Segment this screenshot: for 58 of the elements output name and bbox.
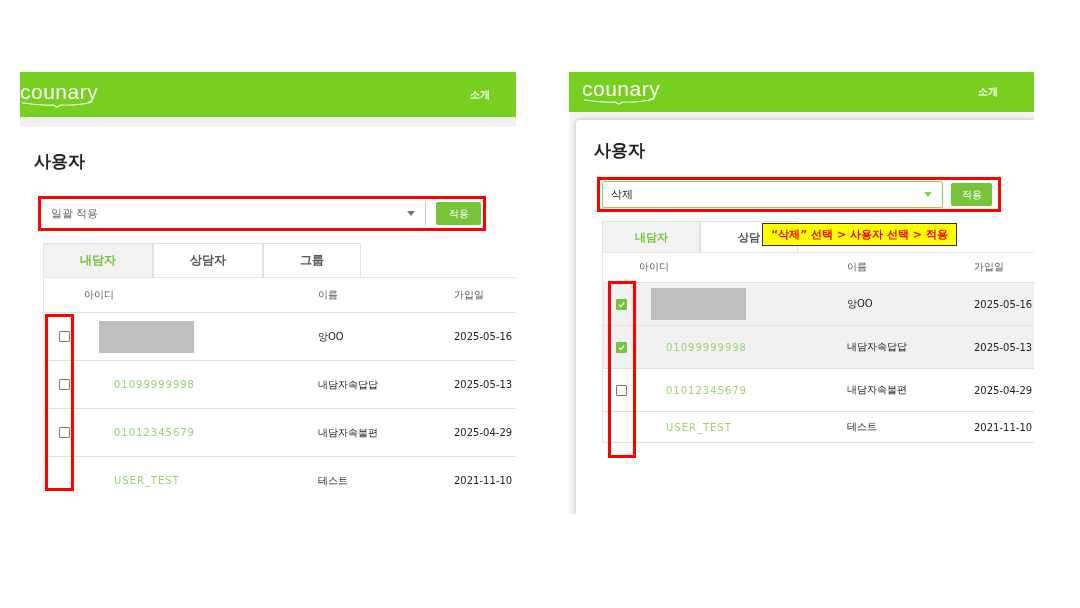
user-id-link[interactable]: 01012345679 — [639, 384, 747, 396]
table-row[interactable]: 01099999998 내담자속답답 2025-05-13 — [603, 326, 1034, 369]
table-cell-text: 내담자속답답 — [318, 377, 379, 392]
tab[interactable]: 내담자 — [602, 221, 700, 252]
tab[interactable]: 내담자 — [43, 243, 153, 277]
apply-button[interactable]: 적용 — [436, 202, 481, 225]
page-title: 사용자 — [594, 139, 646, 162]
user-id-link[interactable]: 01012345679 — [84, 427, 195, 438]
checkbox[interactable] — [615, 298, 627, 310]
table-cell-text: 앙OO — [847, 297, 874, 311]
column-header: 가입일 — [454, 288, 485, 302]
user-id-link[interactable]: 01099999998 — [84, 379, 195, 390]
table-row[interactable]: 01012345679 내담자속불편 2025-04-29 — [44, 409, 516, 457]
table-cell-text: 내담자속불편 — [847, 383, 908, 397]
user-id-link[interactable]: 01099999998 — [639, 341, 747, 353]
table-cell-text: 내담자속답답 — [847, 340, 908, 354]
caret-icon — [924, 192, 932, 197]
table-row[interactable]: 앙OO 2025-05-16 — [44, 313, 516, 361]
nav-link[interactable]: 소개 — [470, 87, 490, 102]
checkbox[interactable] — [58, 331, 70, 342]
apply-button[interactable]: 적용 — [951, 183, 992, 206]
table-row[interactable]: 앙OO 2025-05-16 — [603, 283, 1034, 326]
table-cell: 2025-05-13 — [974, 341, 1034, 353]
table-cell-text: 2025-04-29 — [454, 427, 514, 438]
column-header: 가입일 — [974, 261, 1005, 274]
table-cell: 2021-11-10 — [974, 421, 1034, 433]
instruction-callout: “삭제” 선택 > 사용자 선택 > 적용 — [762, 223, 957, 246]
user-id-link[interactable]: USER_TEST — [84, 475, 180, 486]
tab[interactable]: 상담자 — [153, 243, 263, 277]
table-cell: 2025-04-29 — [974, 384, 1034, 396]
column-header: 이름 — [318, 288, 339, 302]
tab[interactable]: 그룹 — [263, 243, 361, 277]
checkbox[interactable] — [615, 384, 627, 396]
user-id-link[interactable]: USER_TEST — [639, 421, 732, 433]
column-header: 아이디 — [639, 261, 670, 274]
table-row[interactable]: 01012345679 내담자속불편 2025-04-29 — [603, 369, 1034, 412]
table-cell-text: 2025-05-13 — [454, 379, 514, 390]
page-title: 사용자 — [34, 150, 86, 173]
table-cell: 2025-05-16 — [974, 298, 1034, 310]
table-cell-text: 2025-05-16 — [454, 331, 514, 342]
checkbox[interactable] — [615, 341, 627, 353]
nav-link[interactable]: 소개 — [978, 85, 998, 99]
table-cell-text: 2021-11-10 — [454, 475, 514, 486]
column-header: 아이디 — [84, 288, 115, 302]
table-cell-text: 앙OO — [318, 329, 345, 344]
checkbox[interactable] — [58, 379, 70, 390]
logo[interactable]: counary — [582, 79, 661, 105]
table-cell-text: 테스트 — [847, 420, 878, 434]
logo[interactable]: counary — [20, 81, 99, 108]
table-cell-text: 테스트 — [318, 473, 349, 488]
table-row[interactable]: USER_TEST 테스트 2021-11-10 — [44, 457, 516, 492]
checkbox[interactable] — [58, 427, 70, 438]
table-row[interactable]: USER_TEST 테스트 2021-11-10 — [603, 412, 1034, 443]
bulk-action-select[interactable]: 삭제 — [602, 181, 943, 208]
caret-icon — [407, 211, 415, 216]
table-row[interactable]: 01099999998 내담자속답답 2025-05-13 — [44, 361, 516, 409]
table-cell-text: 내담자속불편 — [318, 425, 379, 440]
column-header: 이름 — [847, 261, 868, 274]
